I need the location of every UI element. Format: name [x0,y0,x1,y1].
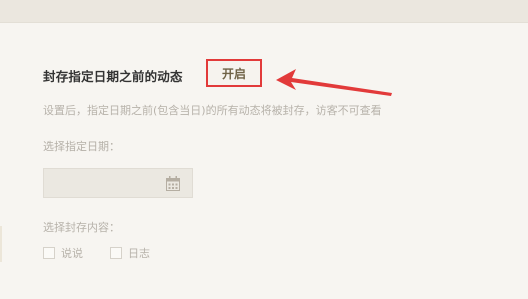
arrow-pointer-icon [276,69,392,96]
checkbox-rizhi[interactable] [110,247,122,259]
date-picker-input[interactable] [43,168,193,198]
date-label: 选择指定日期： [43,140,120,153]
archive-description: 设置后，指定日期之前(包含当日)的所有动态将被封存，访客不可查看 [43,104,382,117]
top-bar [0,0,528,23]
checkbox-shuoshuo[interactable] [43,247,55,259]
option-shuoshuo-label: 说说 [61,247,83,260]
option-rizhi[interactable]: 日志 [110,245,150,261]
side-accent [0,226,2,262]
option-shuoshuo[interactable]: 说说 [43,245,83,261]
content-label: 选择封存内容： [43,221,120,234]
option-rizhi-label: 日志 [128,247,150,260]
calendar-icon[interactable] [166,176,180,191]
archive-title: 封存指定日期之前的动态 [43,69,183,84]
enable-archive-button[interactable]: 开启 [208,61,260,85]
